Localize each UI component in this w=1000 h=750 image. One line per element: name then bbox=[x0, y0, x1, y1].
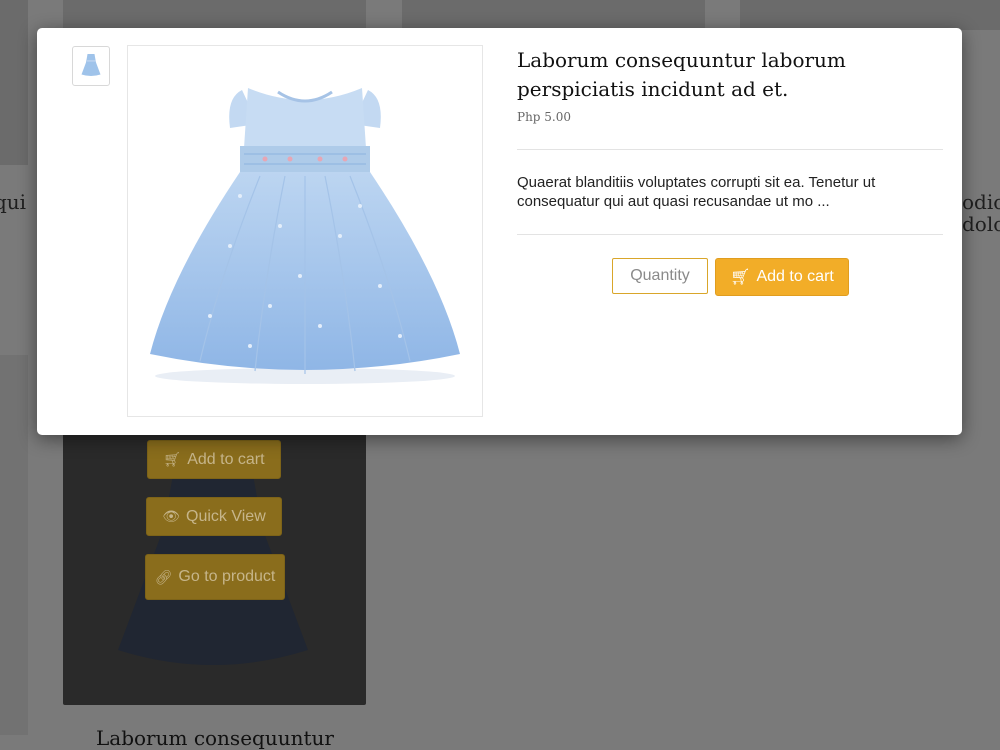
dress-image bbox=[150, 88, 460, 384]
quantity-input[interactable] bbox=[612, 258, 708, 294]
quick-view-modal: Laborum consequuntur laborum perspiciati… bbox=[37, 28, 962, 435]
bg-product-title-fragment: qui bbox=[0, 190, 27, 214]
bg-add-to-cart-label: Add to cart bbox=[187, 450, 265, 468]
product-title: Laborum consequuntur laborum perspiciati… bbox=[517, 48, 846, 101]
bg-product-tile bbox=[63, 0, 366, 30]
bg-product-tile bbox=[0, 355, 28, 735]
bg-product-title-fragment: odio bbox=[962, 190, 1000, 214]
cart-icon: 🛒︎ bbox=[163, 451, 182, 467]
bg-product-card: 🛒︎ Add to cart 👁︎ Quick View 🔗︎ Go to pr… bbox=[63, 425, 366, 705]
divider bbox=[517, 149, 943, 150]
product-main-image bbox=[127, 45, 483, 417]
bg-go-to-product-label: Go to product bbox=[178, 568, 276, 585]
bg-go-to-product-button: 🔗︎ Go to product bbox=[145, 554, 285, 600]
bg-product-title: Laborum consequuntur bbox=[96, 726, 334, 750]
bg-quick-view-label: Quick View bbox=[186, 507, 266, 525]
bg-quick-view-button: 👁︎ Quick View bbox=[146, 497, 282, 536]
link-icon: 🔗︎ bbox=[154, 568, 173, 585]
add-to-cart-label: Add to cart bbox=[756, 268, 834, 285]
product-price: Php 5.00 bbox=[517, 110, 572, 124]
bg-product-title-fragment: dolo bbox=[962, 212, 1000, 236]
add-to-cart-button[interactable]: 🛒︎ Add to cart bbox=[715, 258, 849, 296]
eye-icon: 👁︎ bbox=[162, 508, 181, 524]
product-description: Quaerat blanditiis voluptates corrupti s… bbox=[517, 174, 876, 210]
bg-product-tile bbox=[402, 0, 705, 30]
divider bbox=[517, 234, 943, 235]
product-thumbnail[interactable] bbox=[72, 46, 110, 86]
bg-product-tile bbox=[740, 0, 1000, 30]
dress-thumbnail-icon bbox=[81, 54, 101, 76]
bg-product-tile bbox=[0, 0, 28, 165]
bg-add-to-cart-button: 🛒︎ Add to cart bbox=[147, 440, 281, 479]
cart-icon: 🛒︎ bbox=[730, 269, 751, 286]
